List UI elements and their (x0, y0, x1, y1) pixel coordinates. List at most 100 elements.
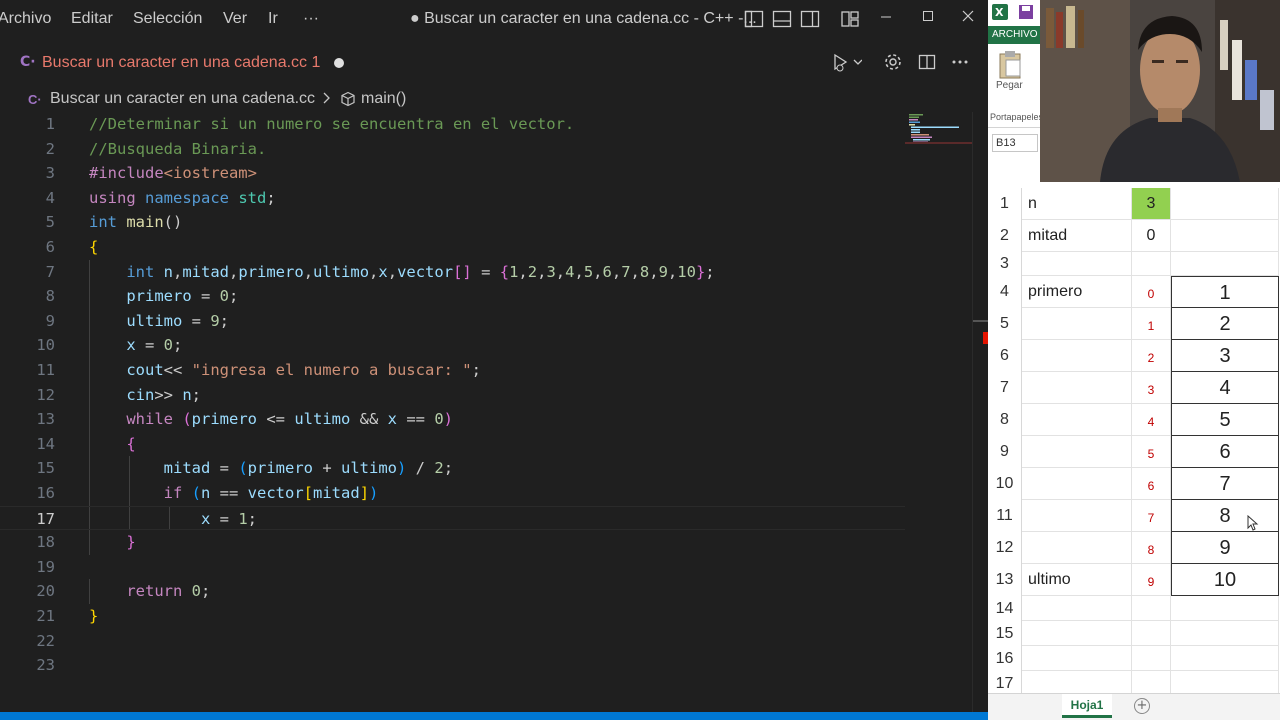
cell-c[interactable] (1171, 621, 1279, 646)
cell-c[interactable]: 6 (1171, 436, 1279, 468)
cell-c[interactable] (1171, 252, 1279, 276)
cell-c[interactable]: 9 (1171, 532, 1279, 564)
cell-a[interactable] (1022, 596, 1132, 621)
code-line[interactable]: 10 x = 0; (0, 333, 905, 358)
code-line[interactable]: 9 ultimo = 9; (0, 308, 905, 334)
code-line[interactable]: 15 mitad = (primero + ultimo) / 2; (0, 456, 905, 481)
cell-c[interactable]: 4 (1171, 372, 1279, 404)
ribbon-tab-archivo[interactable]: ARCHIVO (988, 26, 1040, 44)
cell-a[interactable] (1022, 252, 1132, 276)
maximize-button[interactable] (916, 8, 940, 30)
minimap[interactable] (905, 112, 973, 712)
cell-a[interactable] (1022, 308, 1132, 340)
cell-c[interactable]: 10 (1171, 564, 1279, 596)
unsaved-dot-icon[interactable] (334, 58, 344, 68)
row-header[interactable]: 7 (988, 372, 1022, 404)
code-editor[interactable]: 1 //Determinar si un numero se encuentra … (0, 112, 972, 712)
cell-a[interactable] (1022, 646, 1132, 671)
cell-b[interactable]: 8 (1132, 532, 1171, 564)
menu-more[interactable]: ··· (303, 10, 319, 28)
code-line[interactable]: 1 //Determinar si un numero se encuentra … (0, 112, 905, 137)
save-icon[interactable] (1018, 4, 1034, 24)
code-line[interactable]: 13 while (primero <= ultimo && x == 0) (0, 407, 905, 432)
sheet-tab-hoja1[interactable]: Hoja1 (1062, 694, 1112, 718)
cell-a[interactable] (1022, 532, 1132, 564)
row-header[interactable]: 1 (988, 188, 1022, 220)
menu-editar[interactable]: Editar (71, 10, 113, 28)
cell-c[interactable]: 3 (1171, 340, 1279, 372)
menu-seleccion[interactable]: Selección (133, 10, 202, 28)
cell-a[interactable] (1022, 500, 1132, 532)
code-line[interactable]: 6{ (0, 235, 905, 260)
code-line[interactable]: 16 if (n == vector[mitad]) (0, 481, 905, 506)
code-line[interactable]: 7 int n,mitad,primero,ultimo,x,vector[] … (0, 259, 905, 285)
tab-buscar-caracter[interactable]: C· Buscar un caracter en una cadena.cc 1 (0, 40, 368, 84)
cell-b[interactable] (1132, 596, 1171, 621)
cell-c[interactable]: 1 (1171, 276, 1279, 308)
cell-b[interactable]: 6 (1132, 468, 1171, 500)
cell-b[interactable]: 3 (1132, 372, 1171, 404)
cell-a[interactable] (1022, 372, 1132, 404)
cell-b[interactable]: 3 (1132, 188, 1171, 220)
run-debug-icon[interactable] (832, 52, 863, 72)
breadcrumb-file[interactable]: Buscar un caracter en una cadena.cc (50, 90, 315, 108)
cell-a[interactable] (1022, 404, 1132, 436)
cell-c[interactable]: 2 (1171, 308, 1279, 340)
cell-a[interactable] (1022, 621, 1132, 646)
row-header[interactable]: 13 (988, 564, 1022, 596)
cell-b[interactable]: 1 (1132, 308, 1171, 340)
cell-b[interactable]: 9 (1132, 564, 1171, 596)
customize-layout-icon[interactable] (840, 9, 860, 29)
code-line[interactable]: 22 (0, 629, 905, 654)
cell-b[interactable]: 7 (1132, 500, 1171, 532)
code-line[interactable]: 23 (0, 653, 905, 678)
row-header[interactable]: 5 (988, 308, 1022, 340)
cell-c[interactable]: 5 (1171, 404, 1279, 436)
gear-icon[interactable] (883, 52, 903, 72)
row-header[interactable]: 2 (988, 220, 1022, 252)
cell-b[interactable]: 0 (1132, 220, 1171, 252)
cell-a[interactable]: ultimo (1022, 564, 1132, 596)
code-line[interactable]: 14 { (0, 431, 905, 457)
cell-a[interactable]: n (1022, 188, 1132, 220)
code-line[interactable]: 20 return 0; (0, 579, 905, 604)
minimize-button[interactable] (874, 8, 898, 30)
code-line[interactable]: 8 primero = 0; (0, 284, 905, 309)
cell-a[interactable] (1022, 436, 1132, 468)
row-header[interactable]: 10 (988, 468, 1022, 500)
name-box[interactable]: B13 (992, 134, 1038, 152)
code-line[interactable]: 12 cin>> n; (0, 382, 905, 408)
menu-ver[interactable]: Ver (223, 10, 247, 28)
cell-b[interactable] (1132, 646, 1171, 671)
code-line[interactable]: 17 x = 1; (0, 505, 905, 531)
toggle-primary-sidebar-icon[interactable] (744, 9, 764, 29)
code-line[interactable]: 4 using namespace std; (0, 186, 905, 211)
cell-b[interactable]: 5 (1132, 436, 1171, 468)
row-header[interactable]: 15 (988, 621, 1022, 646)
paste-label[interactable]: Pegar (996, 80, 1023, 91)
row-header[interactable]: 9 (988, 436, 1022, 468)
cell-a[interactable] (1022, 468, 1132, 500)
split-editor-icon[interactable] (917, 52, 937, 72)
row-header[interactable]: 16 (988, 646, 1022, 671)
cell-b[interactable]: 4 (1132, 404, 1171, 436)
cell-b[interactable] (1132, 252, 1171, 276)
cell-c[interactable]: 7 (1171, 468, 1279, 500)
cell-c[interactable]: 8 (1171, 500, 1279, 532)
toggle-panel-icon[interactable] (772, 9, 792, 29)
toggle-secondary-sidebar-icon[interactable] (800, 9, 820, 29)
cell-b[interactable]: 0 (1132, 276, 1171, 308)
cell-a[interactable]: mitad (1022, 220, 1132, 252)
close-button[interactable] (956, 8, 980, 30)
menu-ir[interactable]: Ir (268, 10, 278, 28)
code-line[interactable]: 5 int main() (0, 210, 905, 235)
code-line[interactable]: 19 (0, 555, 905, 580)
code-line[interactable]: 11 cout<< "ingresa el numero a buscar: "… (0, 358, 905, 383)
row-header[interactable]: 12 (988, 532, 1022, 564)
cell-c[interactable] (1171, 188, 1279, 220)
spreadsheet-grid[interactable]: 1 n 3 2 mitad 0 3 4 primero 0 1 5 1 2 6 2 3 7 3 4 8 4 5 9 5 6 10 6 7… (988, 188, 1280, 696)
more-actions-icon[interactable] (950, 52, 970, 72)
cell-b[interactable]: 2 (1132, 340, 1171, 372)
code-line[interactable]: 21} (0, 604, 905, 629)
cell-c[interactable] (1171, 220, 1279, 252)
